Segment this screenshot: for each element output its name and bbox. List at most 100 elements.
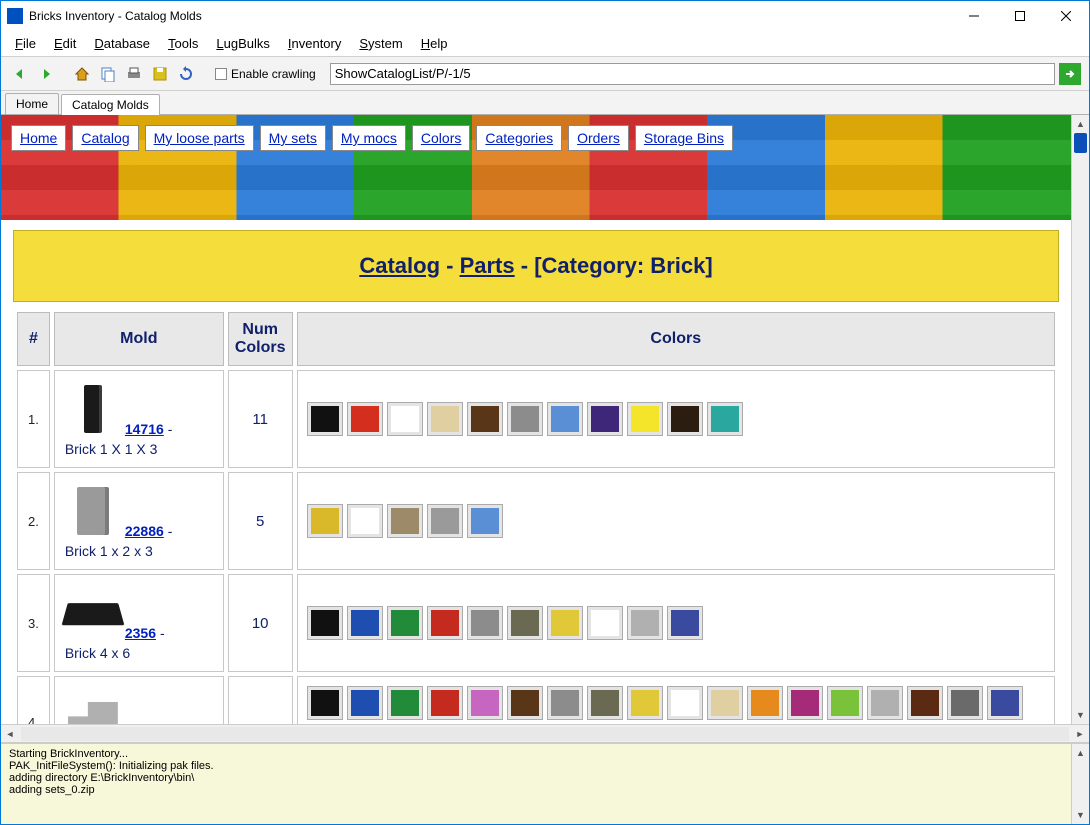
part-link[interactable]: 2356: [125, 625, 156, 641]
color-swatch[interactable]: [828, 687, 862, 719]
enable-crawling-checkbox[interactable]: Enable crawling: [215, 67, 316, 81]
color-swatch[interactable]: [428, 403, 462, 435]
tab-home[interactable]: Home: [5, 93, 59, 114]
color-swatch[interactable]: [388, 403, 422, 435]
color-swatch[interactable]: [628, 403, 662, 435]
color-swatch[interactable]: [308, 607, 342, 639]
print-icon: [126, 66, 142, 82]
color-swatch[interactable]: [948, 687, 982, 719]
color-swatch[interactable]: [348, 403, 382, 435]
color-swatch[interactable]: [628, 607, 662, 639]
color-swatch[interactable]: [308, 687, 342, 719]
color-swatch[interactable]: [548, 403, 582, 435]
nav-cell: My mocs: [332, 125, 406, 151]
color-swatch[interactable]: [508, 687, 542, 719]
nav-link-categories[interactable]: Categories: [485, 130, 553, 146]
color-swatch[interactable]: [468, 505, 502, 537]
color-swatch[interactable]: [308, 403, 342, 435]
go-button[interactable]: [1059, 63, 1081, 85]
breadcrumb-parts-link[interactable]: Parts: [460, 253, 515, 278]
part-thumbnail: [65, 585, 121, 641]
minimize-button[interactable]: [951, 1, 997, 31]
address-input[interactable]: [330, 63, 1055, 85]
nav-link-orders[interactable]: Orders: [577, 130, 620, 146]
column-header: Colors: [297, 312, 1055, 366]
tab-catalog-molds[interactable]: Catalog Molds: [61, 94, 160, 115]
color-swatch[interactable]: [308, 505, 342, 537]
color-swatch[interactable]: [388, 505, 422, 537]
color-swatch[interactable]: [708, 687, 742, 719]
menu-lugbulks[interactable]: LugBulks: [208, 33, 277, 54]
color-swatch[interactable]: [588, 687, 622, 719]
maximize-icon: [1015, 11, 1025, 21]
color-swatch[interactable]: [628, 687, 662, 719]
menu-help[interactable]: Help: [413, 33, 456, 54]
home-button[interactable]: [71, 63, 93, 85]
breadcrumb-catalog-link[interactable]: Catalog: [359, 253, 440, 278]
menu-edit[interactable]: Edit: [46, 33, 84, 54]
copy-button[interactable]: [97, 63, 119, 85]
refresh-button[interactable]: [175, 63, 197, 85]
color-swatch[interactable]: [708, 403, 742, 435]
nav-link-my-mocs[interactable]: My mocs: [341, 130, 397, 146]
color-swatch[interactable]: [588, 403, 622, 435]
color-swatch[interactable]: [668, 687, 702, 719]
hscroll-track[interactable]: [21, 727, 1069, 741]
nav-link-storage-bins[interactable]: Storage Bins: [644, 130, 724, 146]
color-swatch[interactable]: [468, 403, 502, 435]
color-swatch[interactable]: [588, 607, 622, 639]
print-button[interactable]: [123, 63, 145, 85]
scroll-down-icon: ▼: [1072, 706, 1089, 724]
color-swatch[interactable]: [668, 403, 702, 435]
nav-link-colors[interactable]: Colors: [421, 130, 461, 146]
nav-link-home[interactable]: Home: [20, 130, 57, 146]
close-button[interactable]: [1043, 1, 1089, 31]
mold-cell: [54, 676, 224, 724]
horizontal-scrollbar[interactable]: ◄ ►: [1, 724, 1089, 742]
menu-database[interactable]: Database: [86, 33, 158, 54]
color-swatch[interactable]: [468, 687, 502, 719]
color-swatch[interactable]: [988, 687, 1022, 719]
nav-cell: Orders: [568, 125, 629, 151]
save-button[interactable]: [149, 63, 171, 85]
forward-button[interactable]: [35, 63, 57, 85]
color-swatch[interactable]: [548, 607, 582, 639]
color-swatch[interactable]: [508, 607, 542, 639]
back-button[interactable]: [9, 63, 31, 85]
color-swatch[interactable]: [428, 607, 462, 639]
color-swatch[interactable]: [668, 607, 702, 639]
color-swatch[interactable]: [468, 607, 502, 639]
color-swatch[interactable]: [348, 607, 382, 639]
menu-tools[interactable]: Tools: [160, 33, 206, 54]
color-swatch[interactable]: [788, 687, 822, 719]
part-link[interactable]: 22886: [125, 523, 164, 539]
menu-inventory[interactable]: Inventory: [280, 33, 350, 54]
nav-link-my-sets[interactable]: My sets: [269, 130, 317, 146]
menu-file[interactable]: File: [7, 33, 44, 54]
color-swatch[interactable]: [388, 607, 422, 639]
content-scroll[interactable]: Home Catalog My loose parts My sets My mocs C…: [1, 115, 1071, 724]
nav-link-catalog[interactable]: Catalog: [81, 130, 129, 146]
colors-cell: [297, 370, 1055, 468]
nav-link-my-loose-parts[interactable]: My loose parts: [154, 130, 245, 146]
menu-system[interactable]: System: [351, 33, 410, 54]
color-swatch[interactable]: [428, 687, 462, 719]
log-scrollbar[interactable]: ▲ ▼: [1071, 744, 1089, 824]
scroll-thumb[interactable]: [1074, 133, 1087, 153]
table-row: 3.2356 - Brick 4 x 610: [17, 574, 1055, 672]
maximize-button[interactable]: [997, 1, 1043, 31]
table-row: 4.: [17, 676, 1055, 724]
color-swatch[interactable]: [548, 687, 582, 719]
color-swatch[interactable]: [868, 687, 902, 719]
part-link[interactable]: 14716: [125, 421, 164, 437]
vertical-scrollbar[interactable]: ▲ ▼: [1071, 115, 1089, 724]
color-swatch[interactable]: [348, 687, 382, 719]
color-swatch[interactable]: [388, 687, 422, 719]
content-area: Home Catalog My loose parts My sets My mocs C…: [1, 115, 1089, 724]
nav-cell: Colors: [412, 125, 470, 151]
color-swatch[interactable]: [508, 403, 542, 435]
color-swatch[interactable]: [428, 505, 462, 537]
color-swatch[interactable]: [908, 687, 942, 719]
color-swatch[interactable]: [348, 505, 382, 537]
color-swatch[interactable]: [748, 687, 782, 719]
